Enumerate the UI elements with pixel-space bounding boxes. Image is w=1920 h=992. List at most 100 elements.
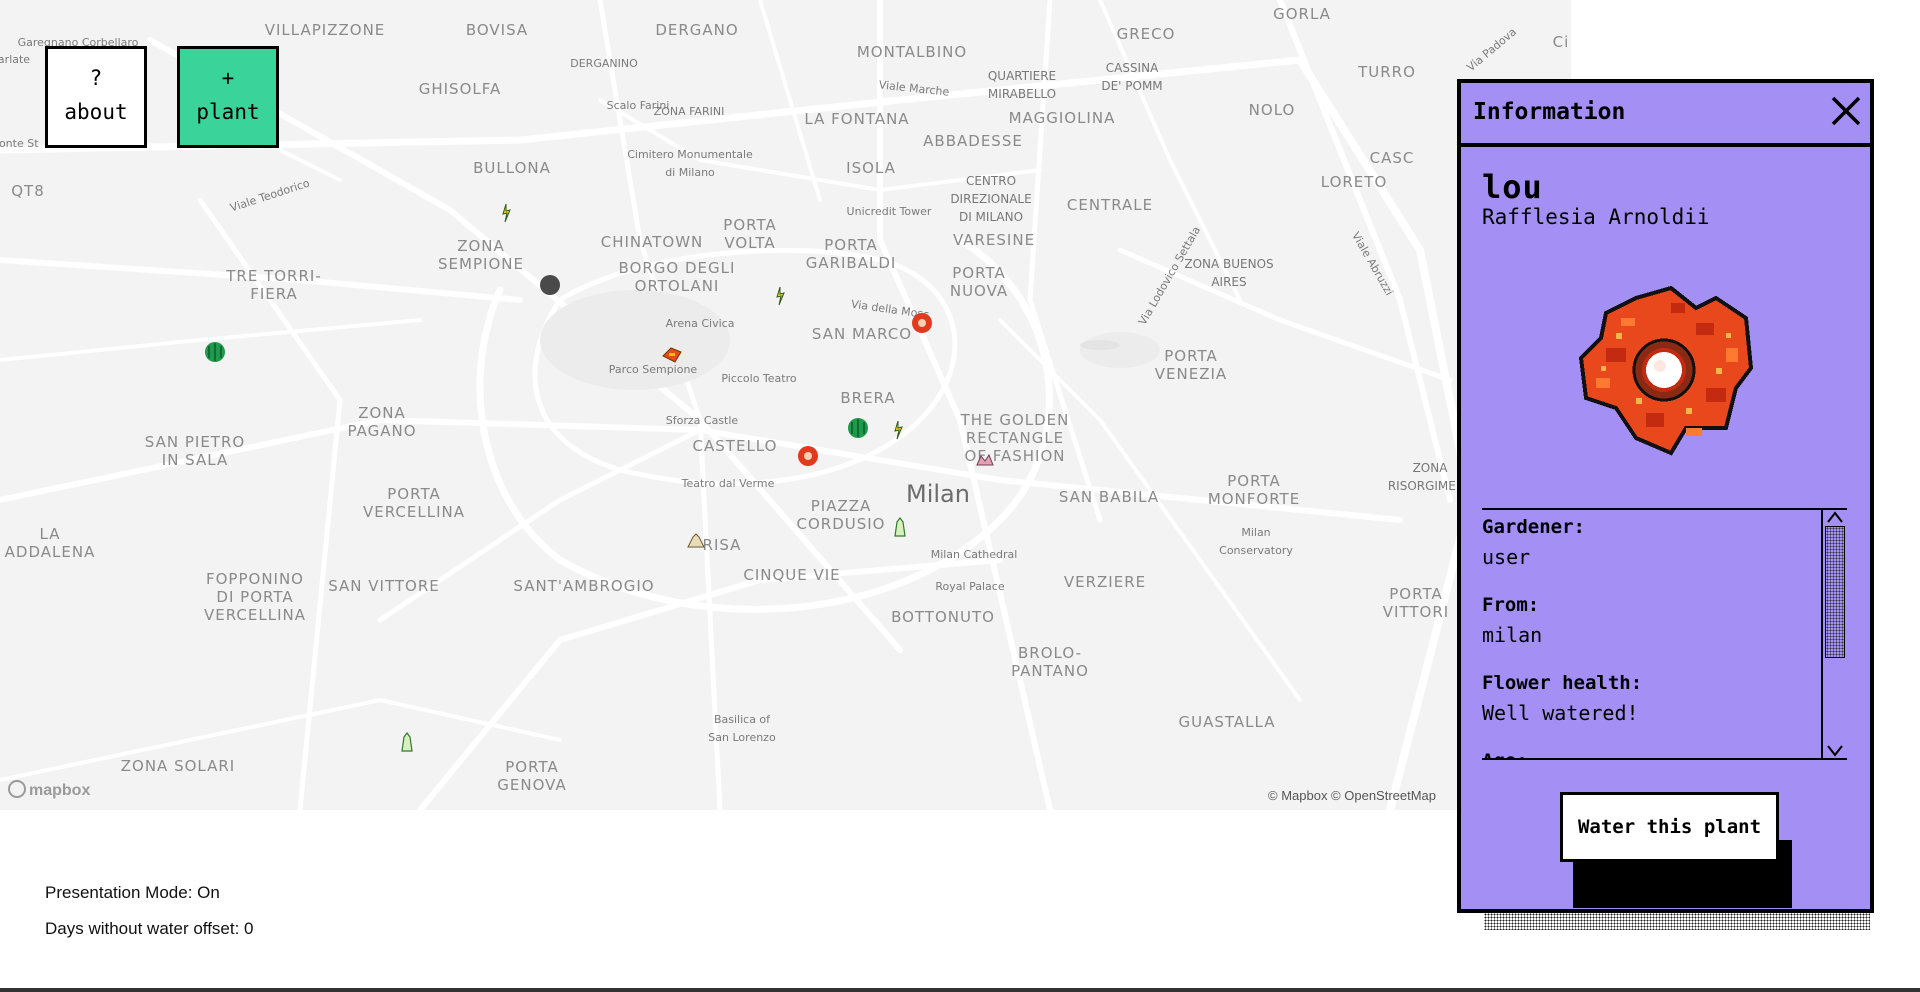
map-label: GORLA [1273,5,1331,23]
info-panel-title: Information [1473,99,1626,125]
plant-pin-red-bloom-icon[interactable] [661,344,683,366]
map-label: PORTA VENEZIA [1154,347,1228,383]
plant-pin-green-cactus-icon[interactable] [847,417,869,439]
plant-species: Rafflesia Arnoldii [1482,205,1710,229]
gardener-label: Gardener: [1482,516,1585,538]
map-label: PORTA MONFORTE [1207,472,1301,508]
map-label: PIAZZA CORDUSIO [796,497,886,533]
map-label: PORTA VERCELLINA [363,485,465,521]
plant-pin-white-lily-icon[interactable] [889,516,911,538]
plant-pin-yellow-sprout-icon[interactable] [887,419,909,441]
flower-health-value: Well watered! [1482,701,1639,725]
map-label: CINQUE VIE [743,566,841,584]
plant-pin-pink-bud-icon[interactable] [974,451,996,473]
scroll-down-icon[interactable] [1826,744,1844,758]
plant-pin-red-flower-icon[interactable] [911,312,933,334]
plant-pin-dark-seed-icon[interactable] [539,274,561,296]
plant-pin-green-cactus-icon[interactable] [204,341,226,363]
info-panel-header: Information [1461,83,1870,147]
map-label: ZONA SEMPIONE [438,237,524,273]
map-label: LORETO [1320,173,1388,191]
map-label: SAN MARCO [811,325,913,343]
map-label: Royal Palace [935,580,1005,593]
flower-health-label: Flower health: [1482,672,1643,694]
map-label: PORTA GARIBALDI [805,236,897,272]
map-label: LA FONTANA [804,110,910,128]
map-label: CASC [1369,149,1415,167]
scrollbar-thumb[interactable] [1825,526,1845,658]
about-button-label: about [64,100,128,124]
map-label: arlate [0,53,31,66]
map-label: LA ADDALENA [4,525,96,561]
map-label: MONTALBINO [856,43,968,61]
age-label: Age: [1482,750,1817,758]
plant-pin-red-flower-icon[interactable] [797,445,819,467]
mapbox-logo-text: mapbox [29,782,91,799]
days-offset-status: Days without water offset: 0 [45,919,254,938]
map-label: Milan Cathedral [930,548,1018,561]
map-label: BORGO DEGLI ORTOLANI [618,259,736,295]
mapbox-logo-icon [8,780,26,798]
map-label: Teatro dal Verme [681,477,775,490]
plant-pin-yellow-sprout-icon[interactable] [769,285,791,307]
map-label: BULLONA [473,159,551,177]
plant-name: lou [1482,168,1543,206]
map-label: RISA [702,536,742,554]
map-label: QUARTIERE MIRABELLO [987,69,1057,101]
map-label: GHISOLFA [418,80,502,98]
map-attribution[interactable]: © Mapbox © OpenStreetMap [1268,788,1436,803]
map-label: Ci [1552,33,1570,51]
plant-pin-yellow-sprout-icon[interactable] [495,202,517,224]
map-label: ISOLA [846,159,896,177]
map-label: CENTRO DIREZIONALE DI MILANO [950,174,1032,224]
rafflesia-flower-image [1578,285,1754,456]
map-label: Cimitero Monumentale di Milano [627,148,753,179]
map-label: QT8 [11,182,45,200]
map-label: Arena Civica [665,317,735,330]
water-plant-button[interactable]: Water this plant [1560,792,1779,862]
details-scrollbar[interactable] [1821,510,1847,758]
map-label: DERGANINO [570,57,638,70]
plant-button[interactable]: + plant [177,46,304,173]
plant-details[interactable]: Gardener: user From: milan Flower health… [1482,508,1847,760]
map-label: VERZIERE [1063,573,1147,591]
map-label: Scalo Farini [606,99,670,112]
gardener-value: user [1482,545,1531,569]
about-button[interactable]: ? about [45,46,172,173]
bottom-bar [0,988,1920,992]
map-label: Milan Conservatory [1219,526,1293,557]
plant-pin-white-lily-icon[interactable] [396,731,418,753]
map-label: DERGANO [655,21,739,39]
map-label: BOVISA [465,21,529,39]
map-label: Sforza Castle [665,414,739,427]
map-label: NOLO [1248,101,1296,119]
plus-icon: + [221,66,235,90]
mapbox-logo[interactable]: mapbox [8,780,90,800]
map-label: TRE TORRI- FIERA [226,267,322,303]
map-label: Unicredit Tower [846,205,932,218]
map-label: Monte St [0,137,39,150]
map-label: CHINATOWN [600,233,704,251]
map-label: PORTA VOLTA [723,216,777,252]
map-label: ABBADESSE [923,132,1023,150]
map-label: BRERA [840,389,896,407]
close-icon[interactable] [1828,93,1864,129]
map-label: MAGGIOLINA [1008,109,1116,127]
map-label: VILLAPIZZONE [264,21,386,39]
from-label: From: [1482,594,1540,616]
map-label: Milan [906,480,970,508]
plant-details-list: Gardener: user From: milan Flower health… [1482,516,1847,758]
map-label: BOTTONUTO [891,608,995,626]
map-label: GUASTALLA [1178,713,1276,731]
info-panel: Information lou Rafflesia Arnoldii Garde… [1457,79,1874,913]
scroll-up-icon[interactable] [1826,510,1844,524]
map-label: PORTA GENOVA [497,758,567,794]
map-label: Parco Sempione [608,363,698,376]
map-label: CENTRALE [1066,196,1154,214]
map-label: SAN PIETRO IN SALA [144,433,246,469]
map-label: CASTELLO [692,437,778,455]
map-label: PORTA NUOVA [949,264,1009,300]
map-label: ZONA PAGANO [347,404,417,440]
map-label: Piccolo Teatro [721,372,797,385]
plant-pin-beige-bud-icon[interactable] [685,531,707,553]
